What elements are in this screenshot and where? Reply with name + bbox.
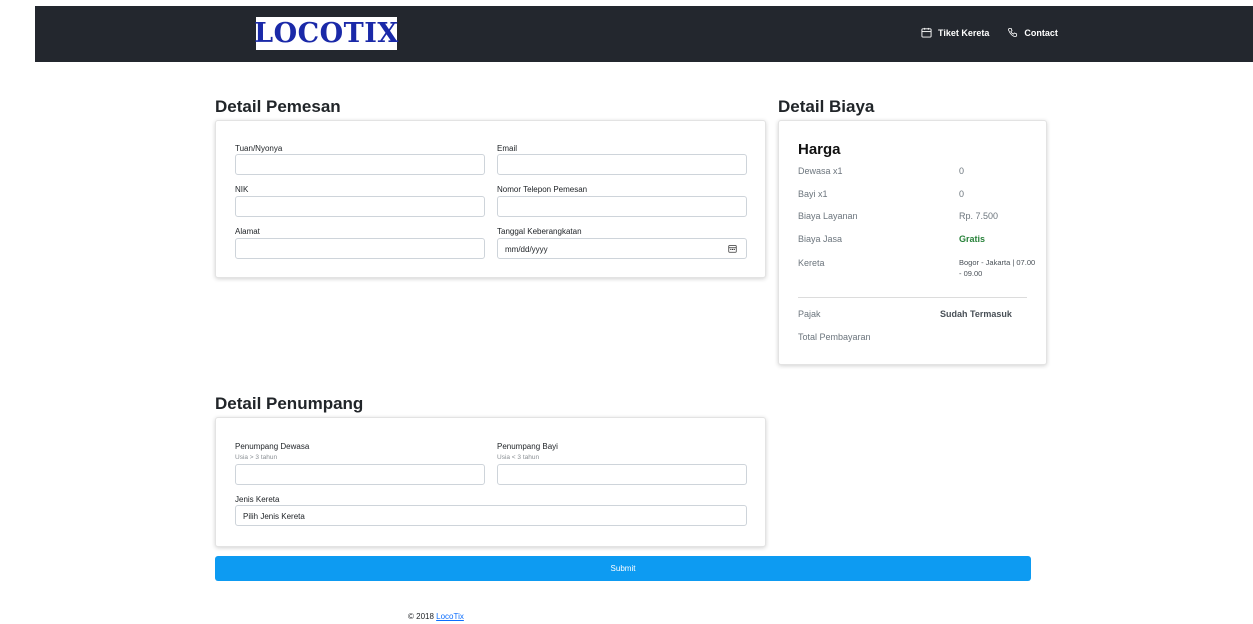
tuan-input[interactable]	[235, 154, 485, 175]
logo-text: LOCOTIX	[254, 18, 399, 49]
detail-penumpang-title: Detail Penumpang	[215, 394, 364, 413]
biaya-row-label: Dewasa x1	[798, 166, 843, 176]
nik-label: NIK	[235, 185, 249, 194]
tuan-label: Tuan/Nyonya	[235, 144, 283, 153]
detail-biaya-card: Harga Dewasa x1 0 Bayi x1 0 Biaya Layana…	[778, 120, 1047, 365]
email-label: Email	[497, 144, 518, 153]
bayi-hint: Usia < 3 tahun	[497, 454, 540, 461]
footer-copyright: © 2018	[408, 612, 437, 621]
detail-pemesan-card: Tuan/Nyonya Email NIK Nomor Telepon Peme…	[215, 120, 766, 278]
dewasa-label: Penumpang Dewasa	[235, 442, 310, 451]
nik-input[interactable]	[235, 196, 485, 217]
tanggal-input[interactable]: mm/dd/yyyy	[497, 238, 747, 259]
nav-link-contact[interactable]: Contact	[1007, 27, 1058, 38]
dewasa-hint: Usia > 3 tahun	[235, 454, 278, 461]
pajak-label: Pajak	[798, 309, 821, 319]
total-label: Total Pembayaran	[798, 332, 871, 342]
biaya-row-value: Bogor - Jakarta | 07.00 - 09.00	[959, 258, 1036, 278]
detail-penumpang-card: Penumpang Dewasa Usia > 3 tahun Penumpan…	[215, 417, 766, 547]
submit-button[interactable]: Submit	[215, 556, 1031, 581]
telepon-input[interactable]	[497, 196, 747, 217]
bayi-label: Penumpang Bayi	[497, 442, 558, 451]
jenis-kereta-selected: Pilih Jenis Kereta	[243, 512, 305, 521]
telepon-label: Nomor Telepon Pemesan	[497, 185, 588, 194]
detail-biaya-title: Detail Biaya	[778, 97, 875, 116]
tanggal-label: Tanggal Keberangkatan	[497, 227, 582, 236]
jenis-kereta-select[interactable]: Pilih Jenis Kereta	[235, 505, 747, 526]
calendar-icon	[921, 27, 932, 38]
bayi-input[interactable]	[497, 464, 747, 485]
biaya-row-value: Rp. 7.500	[959, 211, 999, 221]
nav-link-tiket-kereta[interactable]: Tiket Kereta	[921, 27, 989, 38]
biaya-row-value: 0	[959, 189, 965, 199]
biaya-row-label: Biaya Jasa	[798, 234, 843, 244]
navbar: LOCOTIX Tiket Kereta Contact	[35, 6, 1253, 62]
biaya-row-label: Bayi x1	[798, 189, 828, 199]
detail-pemesan-title: Detail Pemesan	[215, 97, 341, 116]
email-input[interactable]	[497, 154, 747, 175]
biaya-row-value: 0	[959, 166, 965, 176]
page: LOCOTIX Tiket Kereta Contact Detail Peme…	[0, 0, 1253, 624]
footer-link[interactable]: LocoTix	[436, 612, 464, 621]
logo[interactable]: LOCOTIX	[254, 17, 399, 50]
divider	[798, 297, 1027, 298]
biaya-row-label: Biaya Layanan	[798, 211, 858, 221]
biaya-row-label: Kereta	[798, 258, 825, 268]
pajak-value: Sudah Termasuk	[940, 309, 1012, 319]
alamat-label: Alamat	[235, 227, 260, 236]
nav-links: Tiket Kereta Contact	[921, 27, 1058, 38]
biaya-row-value: Gratis	[959, 234, 986, 244]
phone-icon	[1008, 27, 1018, 38]
nav-link-label: Tiket Kereta	[938, 27, 990, 38]
nav-link-label: Contact	[1024, 27, 1058, 38]
jenis-kereta-label: Jenis Kereta	[235, 495, 280, 504]
harga-heading: Harga	[798, 141, 841, 158]
calendar-icon[interactable]	[728, 244, 737, 253]
footer: © 2018 LocoTix	[408, 612, 464, 621]
dewasa-input[interactable]	[235, 464, 485, 485]
tanggal-placeholder: mm/dd/yyyy	[505, 245, 548, 254]
alamat-input[interactable]	[235, 238, 485, 259]
